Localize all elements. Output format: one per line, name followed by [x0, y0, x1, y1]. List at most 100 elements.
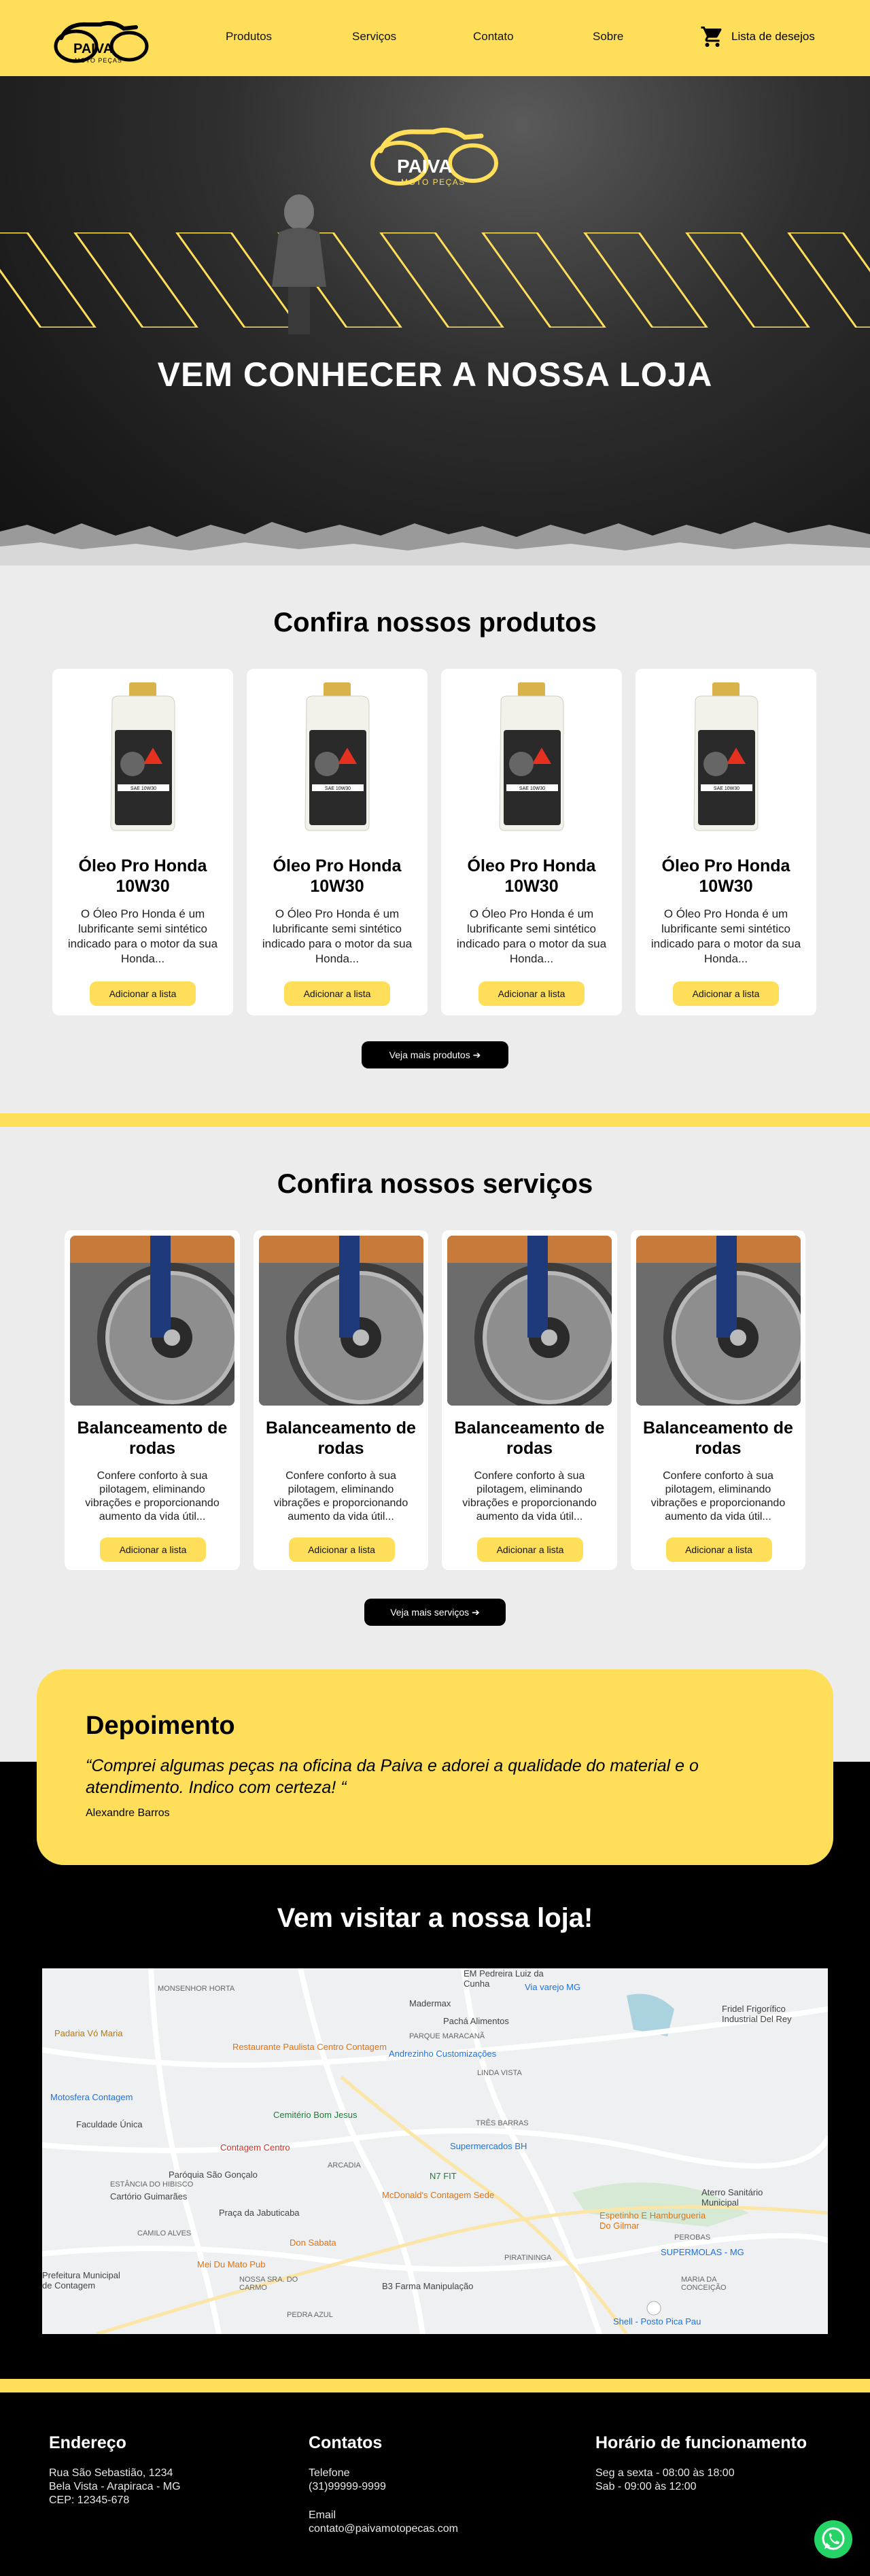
map-label[interactable]: Prefeitura Municipal de Contagem — [42, 2270, 124, 2291]
svg-text:SAE 10W30: SAE 10W30 — [519, 786, 545, 791]
add-to-list-button[interactable]: Adicionar a lista — [477, 1537, 583, 1562]
oil-bottle-image: SAE 10W30 — [499, 682, 564, 831]
address-line: Bela Vista - Arapiraca - MG — [49, 2481, 181, 2492]
product-card[interactable]: SAE 10W30 Óleo Pro Honda 10W30 O Óleo Pr… — [636, 669, 816, 1015]
map-label[interactable]: Cartório Guimarães — [110, 2191, 187, 2201]
map-label[interactable]: Supermercados BH — [450, 2141, 527, 2151]
service-card[interactable]: Balanceamento de rodas Confere conforto … — [442, 1230, 617, 1570]
testimonial-author: Alexandre Barros — [86, 1807, 170, 1819]
map-label[interactable]: Cemitério Bom Jesus — [273, 2110, 358, 2120]
add-to-list-button[interactable]: Adicionar a lista — [284, 981, 390, 1006]
map-label[interactable]: N7 FIT — [430, 2171, 457, 2181]
map-label: LINDA VISTA — [477, 2069, 522, 2077]
map-label[interactable]: Padaria Vó Maria — [54, 2028, 122, 2038]
wheel-image — [258, 1236, 423, 1406]
wheel-image — [447, 1236, 612, 1406]
address-line: CEP: 12345-678 — [49, 2494, 130, 2506]
cart-icon — [701, 27, 722, 47]
add-to-list-button[interactable]: Adicionar a lista — [673, 981, 779, 1006]
address-line: Rua São Sebastião, 1234 — [49, 2467, 173, 2479]
service-name: Balanceamento de rodas — [643, 1418, 793, 1458]
map-label[interactable]: B3 Farma Manipulação — [382, 2281, 473, 2291]
product-card[interactable]: SAE 10W30 Óleo Pro Honda 10W30 O Óleo Pr… — [52, 669, 233, 1015]
map-label[interactable]: Madermax — [409, 1998, 451, 2008]
map-label: ESTÂNCIA DO HIBISCO — [110, 2180, 194, 2189]
hero-stripes — [0, 232, 870, 328]
add-to-list-button[interactable]: Adicionar a lista — [90, 981, 196, 1006]
map-label[interactable]: Motosfera Contagem — [50, 2092, 133, 2102]
product-description: O Óleo Pro Honda é um lubrificante semi … — [67, 907, 218, 965]
map-label: PIRATININGA — [504, 2254, 552, 2262]
whatsapp-icon — [822, 2527, 845, 2550]
map-label[interactable]: Aterro Sanitário Municipal — [701, 2187, 790, 2208]
add-to-list-button[interactable]: Adicionar a lista — [288, 1537, 395, 1562]
products-grid: SAE 10W30 Óleo Pro Honda 10W30 O Óleo Pr… — [52, 669, 818, 1015]
phone-number[interactable]: (31)99999-9999 — [309, 2480, 458, 2494]
services-grid: Balanceamento de rodas Confere conforto … — [65, 1230, 805, 1570]
service-description: Confere conforto à sua pilotagem, elimin… — [650, 1470, 786, 1522]
map-label[interactable]: Contagem Centro — [220, 2142, 290, 2153]
map-label[interactable]: SUPERMOLAS - MG — [661, 2247, 744, 2257]
store-map[interactable]: Padaria Vó Maria Restaurante Paulista Ce… — [42, 1968, 828, 2334]
nav-contato[interactable]: Contato — [473, 30, 514, 43]
map-label[interactable]: EM Pedreira Luiz da Cunha — [464, 1968, 559, 1989]
service-description: Confere conforto à sua pilotagem, elimin… — [462, 1470, 597, 1522]
oil-bottle-image: SAE 10W30 — [693, 682, 759, 831]
nav-produtos[interactable]: Produtos — [226, 30, 272, 43]
map-label[interactable]: Shell - Posto Pica Pau — [613, 2316, 701, 2327]
map-label: PARQUE MARACANÃ — [409, 2032, 485, 2040]
wishlist-link[interactable]: Lista de desejos — [700, 24, 815, 49]
more-services-button[interactable]: Veja mais serviços ➔ — [364, 1599, 506, 1626]
phone-label: Telefone — [309, 2467, 350, 2479]
map-label[interactable]: Pachá Alimentos — [443, 2016, 509, 2026]
map-label: MARIA DA CONCEIÇÃO — [681, 2276, 727, 2292]
testimonial-card: Depoimento “Comprei algumas peças na ofi… — [37, 1669, 833, 1865]
section-divider — [0, 1113, 870, 1127]
svg-text:SAE 10W30: SAE 10W30 — [714, 786, 740, 791]
map-label[interactable]: Paróquia São Gonçalo — [169, 2170, 258, 2180]
service-card[interactable]: Balanceamento de rodas Confere conforto … — [630, 1230, 805, 1570]
map-label: ARCADIA — [328, 2161, 361, 2170]
add-to-list-button[interactable]: Adicionar a lista — [100, 1537, 206, 1562]
map-label[interactable]: Mei Du Mato Pub — [197, 2259, 265, 2269]
map-label[interactable]: Espetinho E Hamburgueria Do Gilmar — [599, 2210, 715, 2231]
product-name: Óleo Pro Honda 10W30 — [78, 856, 207, 896]
section-divider — [0, 2379, 870, 2392]
map-label[interactable]: Fridel Frigorífico Industrial Del Rey — [722, 2004, 817, 2024]
wishlist-label: Lista de desejos — [731, 30, 815, 43]
wheel-image — [636, 1236, 801, 1406]
map-label[interactable]: Praça da Jabuticaba — [219, 2208, 300, 2218]
map-label: CAMILO ALVES — [137, 2229, 192, 2238]
map-label[interactable]: Don Sabata — [290, 2238, 336, 2248]
product-name: Óleo Pro Honda 10W30 — [661, 856, 790, 896]
nav-servicos[interactable]: Serviços — [352, 30, 396, 43]
product-card[interactable]: SAE 10W30 Óleo Pro Honda 10W30 O Óleo Pr… — [441, 669, 622, 1015]
product-card[interactable]: SAE 10W30 Óleo Pro Honda 10W30 O Óleo Pr… — [247, 669, 428, 1015]
svg-text:SAE 10W30: SAE 10W30 — [325, 786, 351, 791]
footer-hours: Horário de funcionamento Seg a sexta - 0… — [595, 2433, 807, 2494]
whatsapp-button[interactable] — [814, 2520, 852, 2558]
add-to-list-button[interactable]: Adicionar a lista — [478, 981, 585, 1006]
service-card[interactable]: Balanceamento de rodas Confere conforto … — [253, 1230, 428, 1570]
service-description: Confere conforto à sua pilotagem, elimin… — [273, 1470, 408, 1522]
service-description: Confere conforto à sua pilotagem, elimin… — [85, 1470, 220, 1522]
service-name: Balanceamento de rodas — [454, 1418, 605, 1458]
service-name: Balanceamento de rodas — [77, 1418, 228, 1458]
map-label[interactable]: Faculdade Única — [76, 2119, 143, 2129]
product-name: Óleo Pro Honda 10W30 — [467, 856, 596, 896]
map-label: TRÊS BARRAS — [476, 2119, 529, 2127]
testimonial-title: Depoimento — [86, 1711, 235, 1740]
map-label[interactable]: McDonald's Contagem Sede — [382, 2190, 494, 2200]
more-products-button[interactable]: Veja mais produtos ➔ — [362, 1041, 508, 1068]
site-header: PAIVA MOTO PEÇAS Produtos Serviços Conta… — [0, 0, 870, 76]
map-label[interactable]: Andrezinho Customizações — [389, 2049, 496, 2059]
email-address[interactable]: contato@paivamotopecas.com — [309, 2522, 458, 2536]
torn-edge — [0, 522, 870, 565]
service-card[interactable]: Balanceamento de rodas Confere conforto … — [65, 1230, 240, 1570]
footer-contacts-title: Contatos — [309, 2433, 383, 2452]
add-to-list-button[interactable]: Adicionar a lista — [665, 1537, 772, 1562]
footer-contacts: Contatos Telefone (31)99999-9999 Email c… — [309, 2433, 458, 2536]
map-label[interactable]: Restaurante Paulista Centro Contagem — [232, 2042, 387, 2052]
nav-sobre[interactable]: Sobre — [593, 30, 623, 43]
svg-text:PAIVA: PAIVA — [397, 156, 452, 177]
